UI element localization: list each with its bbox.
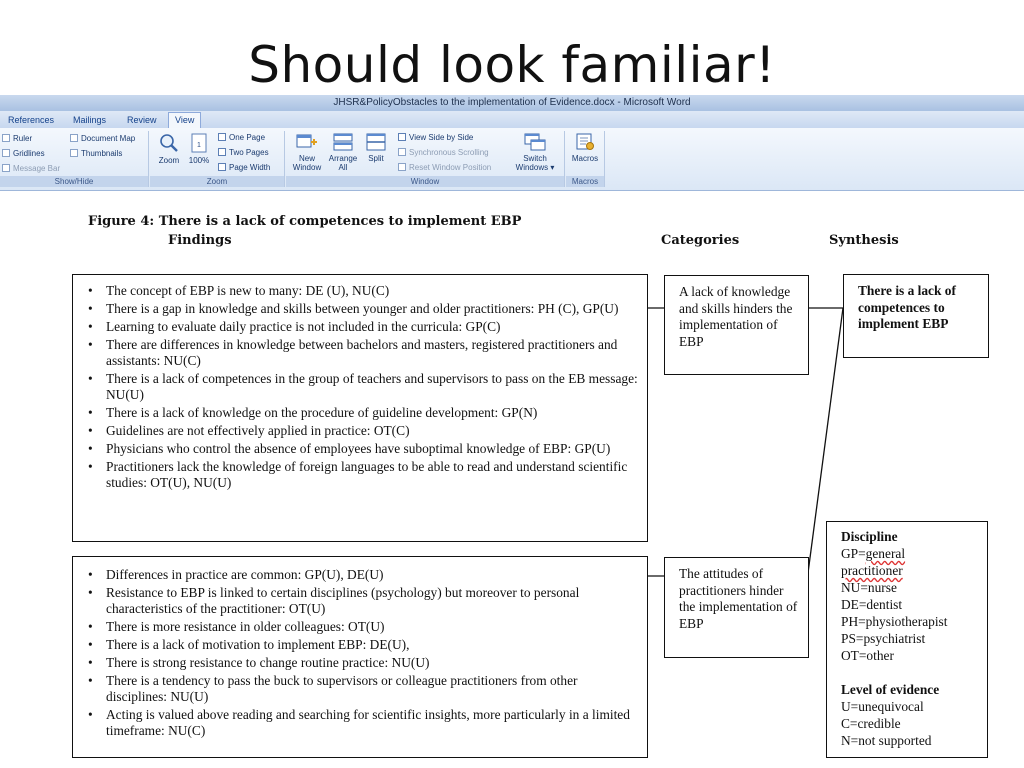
finding-item: Learning to evaluate daily practice is n… xyxy=(88,319,639,335)
category-text: The attitudes of practitioners hinder th… xyxy=(679,566,798,631)
legend-discipline-heading: Discipline xyxy=(841,529,898,544)
legend-de: DE=dentist xyxy=(841,597,903,612)
synthesis-box: There is a lack of competences to implem… xyxy=(843,274,989,358)
category-text: A lack of knowledge and skills hinders t… xyxy=(679,284,793,349)
finding-item: There are differences in knowledge betwe… xyxy=(88,337,639,369)
legend-nu: NU=nurse xyxy=(841,580,897,595)
synthesis-text: There is a lack of competences to implem… xyxy=(858,283,956,331)
category-box-attitudes: The attitudes of practitioners hinder th… xyxy=(664,557,809,658)
finding-item: There is a lack of motivation to impleme… xyxy=(88,637,639,653)
legend-n: N=not supported xyxy=(841,733,932,748)
finding-item: There is a lack of competences in the gr… xyxy=(88,371,639,403)
finding-item: There is more resistance in older collea… xyxy=(88,619,639,635)
legend-gp: GP=general xyxy=(841,546,906,561)
finding-item: Resistance to EBP is linked to certain d… xyxy=(88,585,639,617)
finding-item: Acting is valued above reading and searc… xyxy=(88,707,639,739)
finding-item: Physicians who control the absence of em… xyxy=(88,441,639,457)
findings-box-knowledge: The concept of EBP is new to many: DE (U… xyxy=(72,274,648,542)
finding-item: There is a tendency to pass the buck to … xyxy=(88,673,639,705)
findings-box-attitudes: Differences in practice are common: GP(U… xyxy=(72,556,648,758)
legend-u: U=unequivocal xyxy=(841,699,924,714)
finding-item: Guidelines are not effectively applied i… xyxy=(88,423,639,439)
legend-evidence-heading: Level of evidence xyxy=(841,682,940,697)
legend-ph: PH=physiotherapist xyxy=(841,614,948,629)
finding-item: Differences in practice are common: GP(U… xyxy=(88,567,639,583)
legend-c: C=credible xyxy=(841,716,901,731)
legend-box: Discipline GP=general practitioner NU=nu… xyxy=(826,521,988,758)
category-box-knowledge: A lack of knowledge and skills hinders t… xyxy=(664,275,809,375)
finding-item: The concept of EBP is new to many: DE (U… xyxy=(88,283,639,299)
finding-item: There is a gap in knowledge and skills b… xyxy=(88,301,639,317)
finding-item: Practitioners lack the knowledge of fore… xyxy=(88,459,639,491)
finding-item: There is a lack of knowledge on the proc… xyxy=(88,405,639,421)
finding-item: There is strong resistance to change rou… xyxy=(88,655,639,671)
legend-ot: OT=other xyxy=(841,648,894,663)
legend-ps: PS=psychiatrist xyxy=(841,631,926,646)
legend-gp-line2: practitioner xyxy=(841,563,903,578)
